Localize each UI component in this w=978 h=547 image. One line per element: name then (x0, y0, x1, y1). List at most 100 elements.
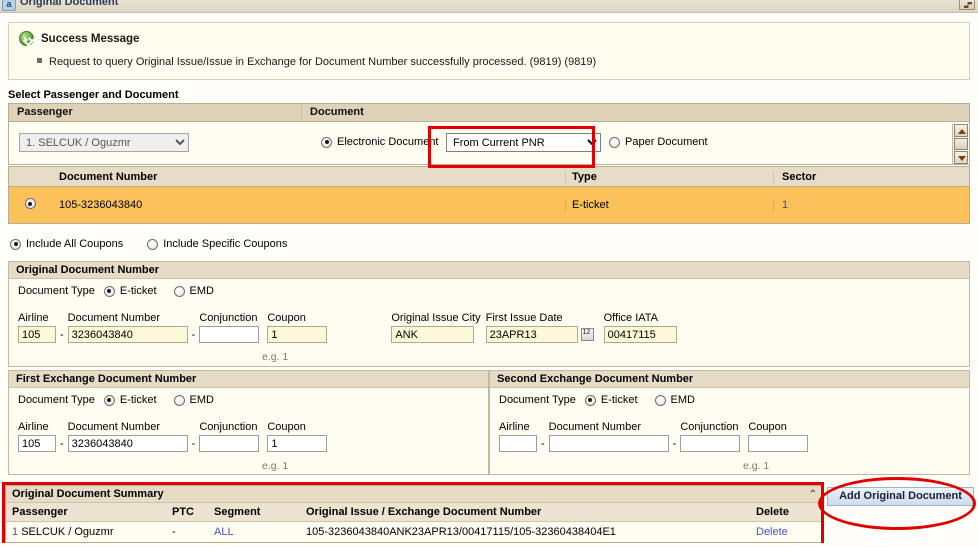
original-document-page: a Original Document Success Message Requ… (0, 0, 978, 547)
original-document-number-input[interactable] (67, 326, 188, 343)
original-coupon-hint: e.g. 1 (262, 351, 289, 363)
first-exchange-eticket-radio[interactable]: E-ticket (103, 394, 157, 406)
scroll-up-icon[interactable] (953, 124, 968, 137)
original-airline-input[interactable] (18, 326, 56, 343)
scroll-down-icon[interactable] (953, 151, 968, 164)
second-exchange-emd-radio[interactable]: EMD (654, 394, 695, 406)
radio-dot-icon (584, 394, 596, 406)
include-specific-coupons-radio[interactable]: Include Specific Coupons (147, 238, 287, 250)
first-issue-date-field: First Issue Date (485, 312, 578, 343)
row-sector-link[interactable]: 1 (773, 199, 969, 211)
dash-separator: - (672, 438, 677, 450)
original-coupon-input[interactable] (267, 326, 328, 343)
first-exchange-panel: First Exchange Document Number Document … (8, 370, 489, 475)
dash-separator: - (541, 438, 545, 450)
first-issue-date-input[interactable] (485, 326, 578, 343)
second-exchange-coupon-hint: e.g. 1 (743, 460, 770, 472)
second-exchange-airline-input[interactable] (499, 435, 537, 452)
bullet-icon (37, 58, 42, 63)
original-emd-label: EMD (189, 285, 214, 297)
success-message-box: Success Message Request to query Origina… (8, 22, 970, 80)
first-exchange-document-number-input[interactable] (67, 435, 188, 452)
original-issue-city-field: Original Issue City (391, 312, 481, 343)
first-exchange-document-number-field: Document Number (67, 421, 188, 452)
dash-separator: - (191, 438, 196, 450)
passenger-select[interactable]: 1. SELCUK / Oguzmr (19, 133, 189, 152)
original-coupon-field: Coupon (267, 312, 328, 343)
original-emd-radio[interactable]: EMD (173, 285, 214, 297)
passenger-panel-scrollbar[interactable] (952, 124, 968, 164)
first-exchange-airline-input[interactable] (18, 435, 56, 452)
scroll-thumb[interactable] (953, 138, 968, 150)
original-conjunction-field: Conjunction (199, 312, 260, 343)
first-exchange-emd-label: EMD (189, 394, 214, 406)
second-exchange-coupon-field: Coupon (748, 421, 809, 452)
first-exchange-emd-radio[interactable]: EMD (173, 394, 214, 406)
row-select-cell[interactable] (9, 198, 51, 212)
first-exchange-coupon-field: Coupon (267, 421, 328, 452)
second-exchange-emd-label: EMD (670, 394, 695, 406)
second-exchange-conjunction-input[interactable] (680, 435, 741, 452)
original-document-number-label: Document Number (67, 312, 160, 324)
radio-dot-icon (321, 136, 332, 148)
second-exchange-airline-label: Airline (499, 421, 530, 433)
first-issue-date-label: First Issue Date (485, 312, 563, 324)
summary-passenger-cell: 1 SELCUK / Oguzmr (6, 526, 168, 538)
original-document-number-panel: Original Document Number Document Type E… (8, 261, 970, 367)
table-row: 1 SELCUK / Oguzmr - ALL 105-3236043840AN… (6, 522, 822, 542)
second-exchange-coupon-input[interactable] (748, 435, 809, 452)
second-exchange-title: Second Exchange Document Number (490, 371, 969, 388)
second-exchange-document-number-label: Document Number (548, 421, 641, 433)
summary-passenger-header: Passenger (12, 506, 68, 518)
radio-circle-icon (609, 136, 620, 148)
row-radio-icon[interactable] (24, 198, 36, 209)
original-document-number-title: Original Document Number (9, 262, 969, 279)
first-exchange-coupon-input[interactable] (267, 435, 328, 452)
original-document-type-row: Document Type E-ticket EMD (9, 279, 969, 297)
summary-title-bar: Original Document Summary ⌃ (6, 486, 822, 503)
paper-document-label: Paper Document (625, 136, 708, 148)
document-source-select[interactable]: From Current PNR (446, 133, 601, 152)
first-exchange-eticket-label: E-ticket (119, 394, 157, 406)
second-exchange-airline-field: Airline (499, 421, 537, 452)
first-exchange-conjunction-input[interactable] (199, 435, 260, 452)
second-exchange-eticket-radio[interactable]: E-ticket (584, 394, 638, 406)
office-iata-input[interactable] (603, 326, 677, 343)
include-all-coupons-radio[interactable]: Include All Coupons (10, 238, 123, 250)
document-type-label: Document Type (18, 285, 95, 297)
paper-document-radio[interactable]: Paper Document (609, 136, 708, 148)
second-exchange-coupon-label: Coupon (748, 421, 787, 433)
original-airline-field: Airline (18, 312, 56, 343)
add-original-document-button[interactable]: Add Original Document (827, 487, 974, 506)
window-title: Original Document (20, 0, 119, 8)
table-row[interactable]: 105-3236043840 E-ticket 1 (9, 187, 969, 223)
summary-ptc-cell: - (172, 526, 176, 538)
second-exchange-fields: Airline - Document Number - Conjunction … (499, 421, 809, 452)
document-number-column-header: Document Number (59, 170, 158, 183)
success-message-title: Success Message (41, 32, 140, 45)
select-passenger-document-panel: Passenger Document 1. SELCUK / Oguzmr El… (8, 103, 970, 165)
original-issue-city-input[interactable] (391, 326, 475, 343)
include-specific-coupons-label: Include Specific Coupons (163, 238, 288, 250)
original-conjunction-label: Conjunction (199, 312, 258, 324)
second-exchange-conjunction-field: Conjunction (680, 421, 741, 452)
calendar-icon[interactable] (580, 328, 594, 341)
dash-separator: - (191, 329, 196, 341)
second-exchange-eticket-label: E-ticket (600, 394, 638, 406)
second-exchange-document-number-field: Document Number (548, 421, 669, 452)
success-message-text: Request to query Original Issue/Issue in… (49, 56, 597, 68)
summary-delete-link[interactable]: Delete (751, 526, 822, 538)
original-eticket-radio[interactable]: E-ticket (103, 285, 157, 297)
original-conjunction-input[interactable] (199, 326, 260, 343)
first-exchange-document-number-label: Document Number (67, 421, 160, 433)
summary-segment-link[interactable]: ALL (210, 526, 301, 538)
first-exchange-coupon-hint: e.g. 1 (262, 460, 289, 472)
electronic-document-radio[interactable]: Electronic Document (321, 136, 439, 148)
document-type-label: Document Type (499, 394, 576, 406)
document-type-label: Document Type (18, 394, 95, 406)
collapse-chevron-icon[interactable]: ⌃ (809, 489, 817, 500)
restore-window-icon[interactable] (959, 0, 975, 10)
second-exchange-document-number-input[interactable] (548, 435, 669, 452)
original-document-number-field: Document Number (67, 312, 188, 343)
dash-separator: - (60, 329, 64, 341)
